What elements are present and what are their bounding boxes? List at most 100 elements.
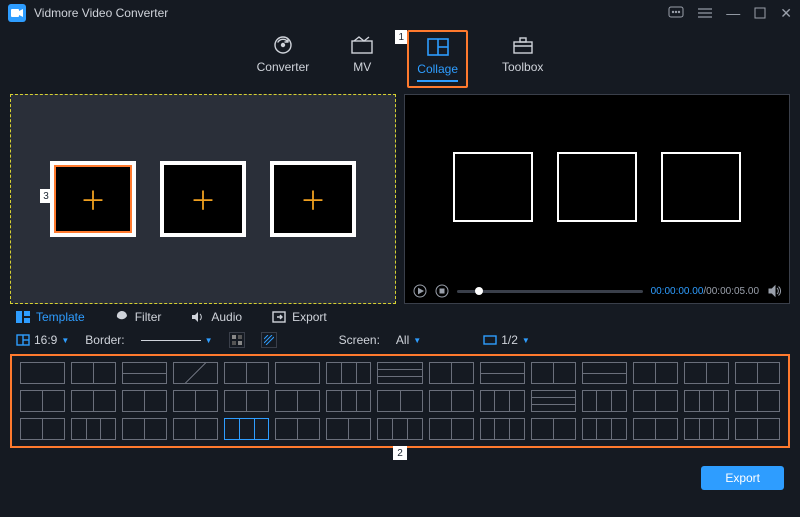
collage-slot-2[interactable]: ＋ <box>160 161 246 237</box>
template-item[interactable] <box>20 418 65 440</box>
converter-icon <box>272 34 294 56</box>
template-item[interactable] <box>326 418 371 440</box>
close-button[interactable]: ✕ <box>780 5 792 22</box>
tab-export[interactable]: Export <box>272 310 327 324</box>
template-item[interactable] <box>275 390 320 412</box>
template-item[interactable] <box>224 390 269 412</box>
add-icon: ＋ <box>300 181 326 218</box>
template-item[interactable] <box>531 418 576 440</box>
template-item[interactable] <box>326 362 371 384</box>
mode-tab-converter[interactable]: Converter <box>249 30 318 88</box>
mode-tab-label: Converter <box>257 60 310 74</box>
template-item[interactable] <box>480 390 525 412</box>
preview-body <box>405 95 789 279</box>
screen-label: Screen: <box>339 333 380 347</box>
template-item[interactable] <box>735 390 780 412</box>
toolbox-icon <box>512 34 534 56</box>
export-button[interactable]: Export <box>701 466 784 490</box>
maximize-button[interactable] <box>754 7 766 19</box>
preview-slot <box>661 152 741 222</box>
template-item[interactable] <box>122 418 167 440</box>
volume-icon[interactable] <box>767 284 781 298</box>
template-item[interactable] <box>326 390 371 412</box>
mode-tab-toolbox[interactable]: Toolbox <box>494 30 551 88</box>
template-item[interactable] <box>173 362 218 384</box>
template-grid <box>10 354 790 448</box>
template-item[interactable] <box>684 362 729 384</box>
mode-tab-collage[interactable]: Collage <box>407 30 468 88</box>
tab-label: Template <box>36 310 85 324</box>
border-pattern-button[interactable] <box>261 332 277 348</box>
app-title: Vidmore Video Converter <box>34 6 668 20</box>
template-item[interactable] <box>122 362 167 384</box>
template-item[interactable] <box>20 390 65 412</box>
template-item[interactable] <box>684 418 729 440</box>
feedback-icon[interactable] <box>668 6 684 20</box>
template-item[interactable] <box>633 362 678 384</box>
tab-audio[interactable]: Audio <box>191 310 242 324</box>
add-icon: ＋ <box>190 181 216 218</box>
menu-icon[interactable] <box>698 7 712 19</box>
tab-filter[interactable]: Filter <box>115 310 162 324</box>
template-item[interactable] <box>122 390 167 412</box>
mode-tab-label: Toolbox <box>502 60 543 74</box>
template-item[interactable] <box>684 390 729 412</box>
minimize-button[interactable]: ― <box>726 5 740 21</box>
total-time: 00:00:05.00 <box>706 286 759 297</box>
template-item[interactable] <box>20 362 65 384</box>
template-item[interactable] <box>173 390 218 412</box>
page-value: 1/2 <box>501 333 518 347</box>
template-item-selected[interactable] <box>224 418 269 440</box>
border-color-button[interactable] <box>229 332 245 348</box>
page-select[interactable]: 1/2 ▼ <box>483 333 530 347</box>
bottom-tabs: Template Filter Audio Export <box>0 304 800 328</box>
template-item[interactable] <box>275 362 320 384</box>
template-item[interactable] <box>377 390 422 412</box>
template-item[interactable] <box>531 362 576 384</box>
seek-slider[interactable] <box>457 290 643 293</box>
template-item[interactable] <box>377 362 422 384</box>
template-item[interactable] <box>429 418 474 440</box>
time-display: 00:00:00.00/00:00:05.00 <box>651 286 759 297</box>
template-item[interactable] <box>71 362 116 384</box>
collage-icon <box>427 36 449 58</box>
chevron-down-icon: ▼ <box>413 336 421 345</box>
chevron-down-icon: ▼ <box>61 336 69 345</box>
template-item[interactable] <box>480 362 525 384</box>
template-item[interactable] <box>582 390 627 412</box>
template-item[interactable] <box>582 362 627 384</box>
template-item[interactable] <box>71 418 116 440</box>
player-bar: 00:00:00.00/00:00:05.00 <box>405 279 789 303</box>
template-item[interactable] <box>480 418 525 440</box>
tab-label: Filter <box>135 310 162 324</box>
template-item[interactable] <box>275 418 320 440</box>
template-item[interactable] <box>582 418 627 440</box>
border-label: Border: <box>85 333 124 347</box>
template-item[interactable] <box>633 390 678 412</box>
aspect-value: 16:9 <box>34 333 57 347</box>
template-item[interactable] <box>735 362 780 384</box>
mode-tab-label: MV <box>353 60 371 74</box>
template-item[interactable] <box>377 418 422 440</box>
template-item[interactable] <box>429 390 474 412</box>
tab-template[interactable]: Template <box>16 310 85 324</box>
screen-select[interactable]: All ▼ <box>396 333 421 347</box>
template-item[interactable] <box>633 418 678 440</box>
play-button[interactable] <box>413 284 427 298</box>
template-item[interactable] <box>531 390 576 412</box>
collage-slot-3[interactable]: ＋ <box>270 161 356 237</box>
template-item[interactable] <box>735 418 780 440</box>
collage-slot-1[interactable]: ＋ <box>50 161 136 237</box>
template-item[interactable] <box>173 418 218 440</box>
template-item[interactable] <box>224 362 269 384</box>
preview-pane: 00:00:00.00/00:00:05.00 <box>404 94 790 304</box>
mode-tab-label: Collage <box>417 62 458 76</box>
workspace: ＋ ＋ ＋ 00:00:00.00/00:00:05.00 <box>0 94 800 304</box>
template-item[interactable] <box>429 362 474 384</box>
border-style-select[interactable]: ▼ <box>141 336 213 345</box>
stop-button[interactable] <box>435 284 449 298</box>
template-item[interactable] <box>71 390 116 412</box>
mode-tab-mv[interactable]: MV <box>343 30 381 88</box>
add-icon: ＋ <box>80 181 106 218</box>
aspect-ratio-select[interactable]: 16:9 ▼ <box>16 333 69 347</box>
